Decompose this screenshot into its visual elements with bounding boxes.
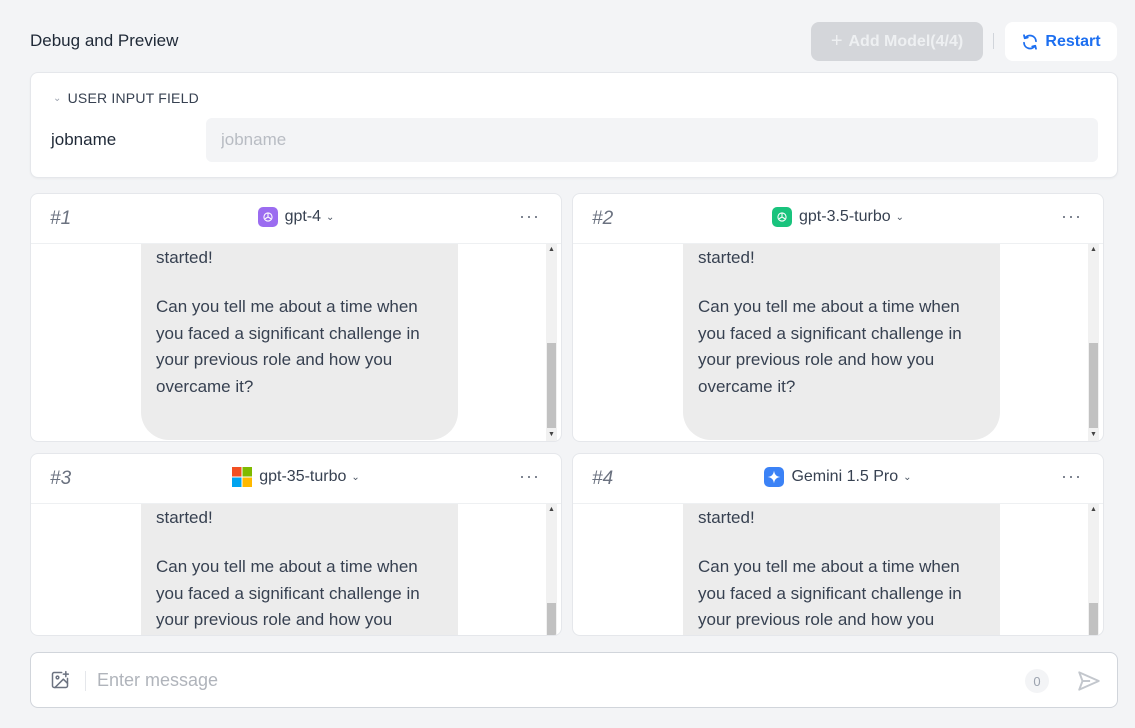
chevron-down-icon: ⌄ <box>326 211 335 223</box>
chevron-down-icon: ⌄ <box>351 471 360 483</box>
more-options-icon[interactable]: ··· <box>1061 207 1082 225</box>
panel-header: #3 gpt-35-turbo ⌄ ··· <box>31 454 561 504</box>
message-text: Can you tell me about a time when you fa… <box>156 557 420 629</box>
assistant-message: started! Can you tell me about a time wh… <box>141 244 458 440</box>
scroll-up-icon[interactable]: ▲ <box>548 506 555 513</box>
panel-header: #1 gpt-4 ⌄ ··· <box>31 194 561 244</box>
char-count-badge: 0 <box>1025 669 1049 693</box>
message-text: Can you tell me about a time when you fa… <box>698 557 962 629</box>
scroll-up-icon[interactable]: ▲ <box>1090 246 1097 253</box>
more-options-icon[interactable]: ··· <box>519 467 540 485</box>
chat-area: started! Can you tell me about a time wh… <box>573 244 1103 441</box>
model-name: gpt-3.5-turbo <box>799 208 891 225</box>
scroll-up-icon[interactable]: ▲ <box>548 246 555 253</box>
model-panel-4: #4 Gemini 1.5 Pro ⌄ ··· started! Can you… <box>572 453 1104 636</box>
scrollbar[interactable]: ▲ ▼ <box>1088 244 1099 441</box>
model-selector[interactable]: Gemini 1.5 Pro ⌄ <box>573 467 1103 487</box>
chat-area: started! Can you tell me about a time wh… <box>573 504 1103 635</box>
message-text: started! <box>156 248 213 267</box>
model-name: Gemini 1.5 Pro <box>791 468 899 485</box>
add-model-label: Add Model(4/4) <box>848 32 964 50</box>
model-panel-2: #2 gpt-3.5-turbo ⌄ ··· started! Can you … <box>572 193 1104 442</box>
scroll-down-icon[interactable]: ▼ <box>548 431 555 438</box>
image-upload-icon[interactable] <box>50 670 70 690</box>
scroll-thumb[interactable] <box>547 343 556 428</box>
assistant-message: started! Can you tell me about a time wh… <box>141 504 458 635</box>
chevron-down-icon: ⌄ <box>53 92 62 104</box>
model-panel-3: #3 gpt-35-turbo ⌄ ··· started! Can you t… <box>30 453 562 636</box>
plus-icon: + <box>830 30 843 52</box>
assistant-message: started! Can you tell me about a time wh… <box>683 244 1000 440</box>
header-divider <box>993 33 994 49</box>
message-composer: 0 <box>30 652 1118 708</box>
user-input-toggle-label: USER INPUT FIELD <box>67 90 199 106</box>
model-name: gpt-35-turbo <box>259 468 347 485</box>
restart-button[interactable]: Restart <box>1005 22 1117 61</box>
add-model-button[interactable]: + Add Model(4/4) <box>811 22 983 61</box>
panel-header: #2 gpt-3.5-turbo ⌄ ··· <box>573 194 1103 244</box>
more-options-icon[interactable]: ··· <box>1061 467 1082 485</box>
message-text: started! <box>698 248 755 267</box>
scroll-up-icon[interactable]: ▲ <box>1090 506 1097 513</box>
microsoft-icon <box>232 467 253 487</box>
message-text: Can you tell me about a time when you fa… <box>156 297 420 396</box>
message-text: started! <box>156 508 213 527</box>
message-text: Can you tell me about a time when you fa… <box>698 297 962 396</box>
scrollbar[interactable]: ▲ <box>1088 504 1099 635</box>
scroll-thumb[interactable] <box>1089 603 1098 635</box>
scroll-thumb[interactable] <box>547 603 556 635</box>
jobname-label: jobname <box>51 130 117 149</box>
scroll-down-icon[interactable]: ▼ <box>1090 431 1097 438</box>
scrollbar[interactable]: ▲ ▼ <box>546 244 557 441</box>
panel-header: #4 Gemini 1.5 Pro ⌄ ··· <box>573 454 1103 504</box>
chat-area: started! Can you tell me about a time wh… <box>31 504 561 635</box>
model-name: gpt-4 <box>284 208 322 225</box>
model-panel-1: #1 gpt-4 ⌄ ··· started! Can you tell me … <box>30 193 562 442</box>
restart-label: Restart <box>1045 32 1101 50</box>
openai-icon <box>772 207 792 227</box>
openai-icon <box>257 207 278 227</box>
send-icon[interactable] <box>1076 668 1102 694</box>
composer-divider <box>85 671 86 691</box>
model-selector[interactable]: gpt-3.5-turbo ⌄ <box>573 207 1103 227</box>
jobname-input[interactable] <box>206 118 1098 162</box>
model-selector[interactable]: gpt-35-turbo ⌄ <box>31 467 561 487</box>
page-title: Debug and Preview <box>30 31 179 50</box>
header-bar: Debug and Preview + Add Model(4/4) Resta… <box>0 0 1135 72</box>
chevron-down-icon: ⌄ <box>895 211 904 223</box>
more-options-icon[interactable]: ··· <box>519 207 540 225</box>
user-input-card: ⌄ USER INPUT FIELD jobname <box>30 72 1118 178</box>
chat-area: started! Can you tell me about a time wh… <box>31 244 561 441</box>
gemini-icon <box>764 467 785 487</box>
refresh-icon <box>1023 33 1038 50</box>
scroll-thumb[interactable] <box>1089 343 1098 428</box>
user-input-toggle[interactable]: ⌄ USER INPUT FIELD <box>53 90 199 106</box>
assistant-message: started! Can you tell me about a time wh… <box>683 504 1000 635</box>
model-selector[interactable]: gpt-4 ⌄ <box>31 207 561 227</box>
chevron-down-icon: ⌄ <box>903 471 912 483</box>
scrollbar[interactable]: ▲ <box>546 504 557 635</box>
message-input[interactable] <box>97 662 997 698</box>
message-text: started! <box>698 508 755 527</box>
